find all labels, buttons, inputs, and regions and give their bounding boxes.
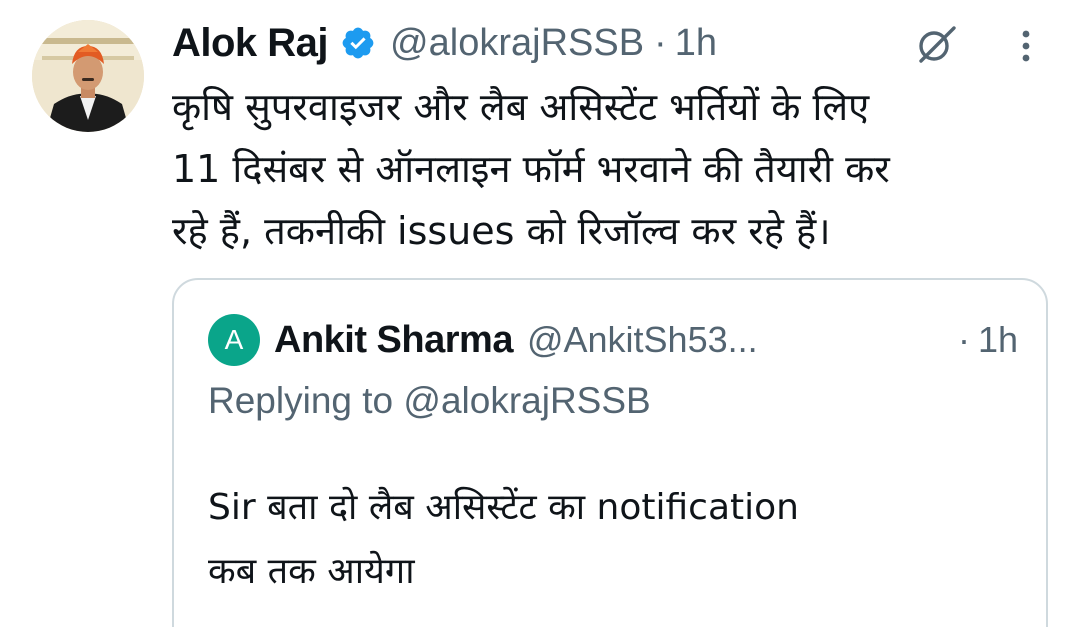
- quoted-tweet-text-line: Sir बता दो लैब असिस्टेंट का notification: [208, 487, 799, 528]
- tweet-text: कृषि सुपरवाइजर और लैब असिस्टेंट भर्तियों…: [172, 76, 1052, 262]
- tweet-time[interactable]: 1h: [675, 22, 717, 65]
- tweet-header: Alok Raj @alokrajRSSB · 1h: [172, 14, 717, 72]
- tweet-text-line: 11 दिसंबर से ऑनलाइन फॉर्म भरवाने की तैया…: [172, 147, 890, 191]
- author-handle[interactable]: @alokrajRSSB: [390, 22, 644, 65]
- author-avatar[interactable]: [32, 20, 144, 132]
- more-vertical-icon[interactable]: [1014, 26, 1038, 66]
- separator-dot: ·: [957, 319, 970, 360]
- quoted-tweet-text-line: कब तक आयेगा: [208, 551, 415, 592]
- quoted-tweet-header: A Ankit Sharma @AnkitSh53... · 1h: [208, 314, 1018, 366]
- grok-icon[interactable]: [912, 20, 960, 68]
- quoted-author-avatar[interactable]: A: [208, 314, 260, 366]
- quoted-author-handle[interactable]: @AnkitSh53...: [527, 319, 758, 361]
- verified-badge-icon: [340, 25, 376, 61]
- quoted-tweet-text: Sir बता दो लैब असिस्टेंट का notification…: [208, 476, 1008, 604]
- replying-to-text[interactable]: Replying to @alokrajRSSB: [208, 380, 651, 422]
- quoted-author-name[interactable]: Ankit Sharma: [274, 319, 513, 362]
- quoted-tweet-time[interactable]: 1h: [978, 319, 1018, 361]
- author-name[interactable]: Alok Raj: [172, 21, 329, 66]
- separator-dot: ·: [654, 21, 667, 64]
- tweet[interactable]: Alok Raj @alokrajRSSB · 1h कृषि सुपरवाइज…: [0, 0, 1080, 627]
- quoted-tweet-card[interactable]: A Ankit Sharma @AnkitSh53... · 1h Replyi…: [172, 278, 1048, 627]
- tweet-text-line: रहे हैं, तकनीकी issues को रिजॉल्व कर रहे…: [172, 209, 831, 253]
- tweet-text-line: कृषि सुपरवाइजर और लैब असिस्टेंट भर्तियों…: [172, 85, 870, 129]
